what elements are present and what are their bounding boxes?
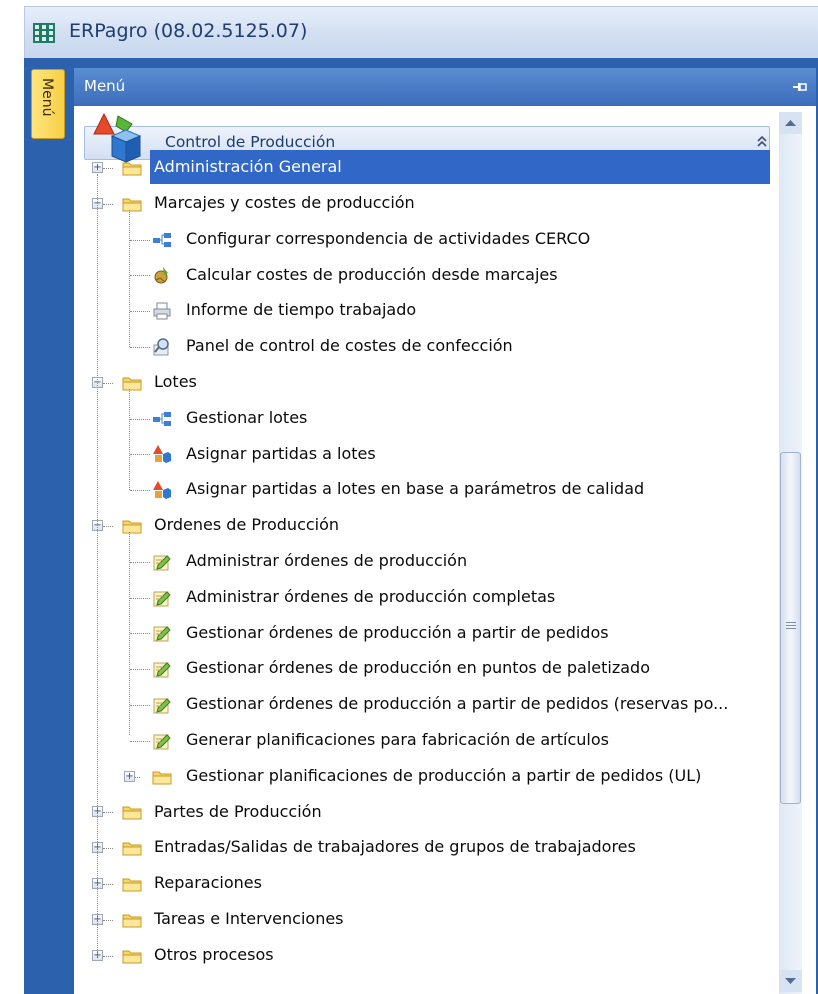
edit-icon [153,555,171,571]
grip-icon [786,622,796,629]
printer-icon [153,302,171,320]
scrollbar-thumb[interactable] [780,452,801,804]
tree-connector [130,597,150,599]
side-tab-label: Menú [39,78,55,117]
tree-node-label: Gestionar planificaciones de producción … [186,765,702,785]
tree-folder[interactable]: Administración General [150,150,770,185]
folder-icon [122,162,142,176]
tree-node-label: Asignar partidas a lotes [186,443,376,463]
folder-icon [122,198,142,212]
shapes-icon [153,481,171,500]
flow-icon [153,232,171,247]
tree-connector [130,490,150,492]
collapse-icon[interactable] [755,135,769,149]
tree-node-label: Calcular costes de producción desde marc… [186,264,558,284]
tree-node-label: Partes de Producción [154,801,322,821]
app-grid-icon [33,23,55,43]
folder-icon [122,842,142,856]
tree-connector [103,812,113,814]
tree-node-label: Panel de control de costes de confección [186,336,513,356]
tree-connector [130,347,150,348]
tree-connector [130,418,150,420]
edit-icon [153,698,171,714]
folder-icon [122,950,142,964]
edit-icon [153,590,171,607]
edit-icon [153,626,171,642]
window-title-bar[interactable]: ERPagro (08.02.5125.07) [24,6,818,58]
tree-connector [130,633,150,635]
tree-connector [130,239,150,241]
tree-connector [103,919,113,921]
flow-icon [153,411,171,426]
tree-connector [130,705,150,706]
tree-guide-line [129,209,130,347]
tree-node-label: Gestionar órdenes de producción en punto… [186,658,650,678]
window-title: ERPagro (08.02.5125.07) [69,20,308,42]
scroll-up-arrow-icon[interactable] [779,112,802,134]
tree-connector [103,884,113,885]
tree-connector [130,740,150,742]
group-title: Control de Producción [165,133,336,151]
tree-guide-line [129,388,130,491]
side-tab-menu[interactable]: Menú [31,69,65,139]
tree-node-label: Administrar órdenes de producción comple… [186,586,556,606]
tree-node-label: Ordenes de Producción [154,515,340,535]
tree-node-label: Gestionar órdenes de producción a partir… [186,694,729,714]
tree-node-label: Informe de tiempo trabajado [186,300,417,320]
tree-connector [103,955,113,957]
menu-panel-title: Menú [84,77,126,95]
tree-node-label: Administración General [154,157,342,177]
folder-icon [122,806,142,820]
tree-node-label: Asignar partidas a lotes en base a parám… [186,479,645,499]
expand-node-icon[interactable]: + [92,162,103,173]
tree-connector [130,454,150,456]
shapes-icon [153,445,171,464]
tree-node-label: Lotes [154,371,197,391]
magnifier-icon [153,338,169,356]
folder-icon [122,914,142,928]
calculator-icon [154,267,168,284]
scroll-down-arrow-icon[interactable] [779,970,802,992]
tree-connector [103,848,113,850]
tree-node-label: Marcajes y costes de producción [154,192,415,212]
pin-icon[interactable] [792,80,808,94]
tree-node-label: Otros procesos [154,944,274,964]
tree-node-label: Entradas/Salidas de trabajadores de grup… [154,837,636,857]
folder-icon [122,520,142,534]
tree-connector [103,382,113,384]
tree-connector [103,203,113,205]
menu-panel: Control de Producción Administración Gen… [74,106,816,994]
tree-node-label: Gestionar órdenes de producción a partir… [186,622,609,642]
edit-icon [153,734,171,750]
tree-guide-line [129,532,130,735]
tree-connector [130,311,150,313]
tree-node-label: Reparaciones [154,873,262,893]
edit-icon [153,662,171,678]
menu-panel-header: Menú [74,68,816,106]
tree-guide-line [97,174,98,956]
tree-connector [130,275,150,277]
folder-icon [152,771,172,785]
tree-node-label: Administrar órdenes de producción [186,550,468,570]
folder-icon [122,878,142,892]
tree-connector [130,561,150,563]
tree-node-label: Generar planificaciones para fabricación… [186,729,609,749]
tree-connector [130,669,150,671]
tree-connector [103,168,113,169]
expand-node-icon[interactable]: + [124,770,135,782]
tree-connector [103,526,113,527]
tree-node-label: Configurar correspondencia de actividade… [186,228,591,248]
folder-icon [122,377,142,391]
tree-node-label: Tareas e Intervenciones [154,908,344,928]
tree-node-label: Gestionar lotes [186,407,308,427]
